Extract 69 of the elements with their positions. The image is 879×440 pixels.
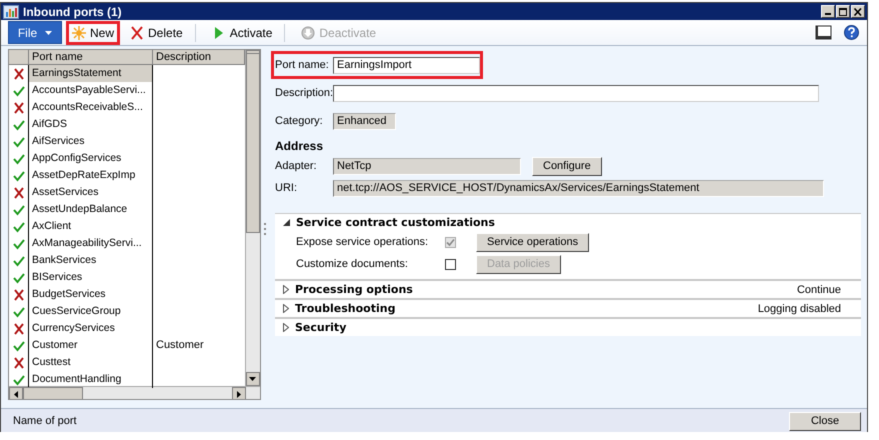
port-name-cell[interactable]: AssetServices — [29, 184, 153, 201]
collapsed-arrow-icon — [283, 304, 289, 313]
close-button[interactable] — [851, 5, 865, 18]
port-name-cell[interactable]: BankServices — [29, 252, 153, 269]
input-field[interactable]: Enhanced — [333, 112, 396, 130]
port-name-cell[interactable]: AifServices — [29, 133, 153, 150]
close-icon — [853, 8, 863, 16]
port-name-cell[interactable]: EarningsStatement — [29, 65, 153, 82]
layout-icon[interactable] — [815, 25, 832, 40]
collapsed-arrow-icon — [283, 285, 289, 294]
section-heading: Address — [275, 139, 324, 153]
port-name-cell[interactable]: AssetUndepBalance — [29, 201, 153, 218]
port-name-cell[interactable]: AxManageabilityServi... — [29, 235, 153, 252]
configure-button[interactable]: Configure — [532, 156, 602, 176]
delete-button[interactable]: Delete — [127, 24, 186, 42]
app-icon — [3, 4, 19, 18]
field-label: Adapter: — [275, 160, 318, 172]
down-arrow-icon — [249, 377, 256, 381]
horizontal-scrollbar[interactable] — [9, 386, 260, 399]
port-name-cell[interactable]: AssetDepRateExpImp — [29, 167, 153, 184]
port-name-cell[interactable]: Custtest — [29, 354, 153, 371]
fasttab-header[interactable]: Security — [275, 319, 861, 336]
port-name-cell[interactable]: AxClient — [29, 218, 153, 235]
new-button[interactable]: New — [69, 24, 118, 42]
column-header[interactable]: Description — [153, 50, 245, 65]
field-label: Description: — [275, 87, 333, 99]
port-name-cell[interactable]: CurrencyServices — [29, 320, 153, 337]
minimize-icon — [825, 13, 831, 15]
port-name-cell[interactable]: Customer — [29, 337, 153, 354]
field-label: Port name: — [275, 59, 330, 71]
file-menu-button[interactable]: File — [8, 21, 62, 44]
window-title: Inbound ports (1) — [23, 4, 123, 18]
maximize-button[interactable] — [836, 5, 850, 18]
port-name-cell[interactable]: AppConfigServices — [29, 150, 153, 167]
sun-icon — [72, 26, 86, 40]
expanded-arrow-icon — [283, 219, 290, 226]
maximize-icon — [838, 8, 848, 16]
field-label: URI: — [275, 182, 298, 194]
option-label: Expose service operations: — [296, 236, 430, 248]
port-name-cell[interactable]: AifGDS — [29, 116, 153, 133]
help-icon[interactable] — [844, 25, 859, 40]
description-cell: Customer — [156, 339, 204, 351]
collapsed-arrow-icon — [283, 323, 289, 332]
port-name-cell[interactable]: AccountsReceivableS... — [29, 99, 153, 116]
vertical-scrollbar[interactable] — [244, 50, 260, 386]
port-name-cell[interactable]: BudgetServices — [29, 286, 153, 303]
fasttab-header[interactable]: Service contract customizations — [275, 214, 861, 231]
delete-icon — [130, 26, 144, 40]
left-arrow-icon — [14, 390, 18, 398]
input-field[interactable]: net.tcp://AOS_SERVICE_HOST/DynamicsAx/Services/EarningsStatement — [333, 180, 824, 196]
status-text: Name of port — [13, 415, 78, 427]
download-circle-icon — [301, 26, 316, 40]
input-field[interactable]: EarningsImport — [333, 56, 480, 74]
port-name-cell[interactable]: AccountsPayableServi... — [29, 82, 153, 99]
close-button[interactable]: Close — [789, 412, 861, 430]
caret-icon — [45, 30, 52, 34]
port-name-cell[interactable]: BIServices — [29, 269, 153, 286]
fasttab-header[interactable]: Processing options Continue — [275, 281, 861, 298]
fasttab-header[interactable]: Troubleshooting Logging disabled — [275, 300, 861, 317]
right-arrow-icon — [236, 390, 241, 398]
minimize-button[interactable] — [821, 5, 835, 18]
checkbox[interactable] — [445, 258, 456, 270]
field-label: Category: — [275, 115, 324, 127]
port-name-cell[interactable]: CuesServiceGroup — [29, 303, 153, 320]
splitter-grip-icon — [264, 222, 266, 234]
input-field[interactable]: NetTcp — [333, 158, 521, 174]
activate-button[interactable]: Activate — [208, 24, 276, 42]
input-field[interactable] — [333, 84, 819, 102]
option-label: Customize documents: — [296, 258, 409, 270]
